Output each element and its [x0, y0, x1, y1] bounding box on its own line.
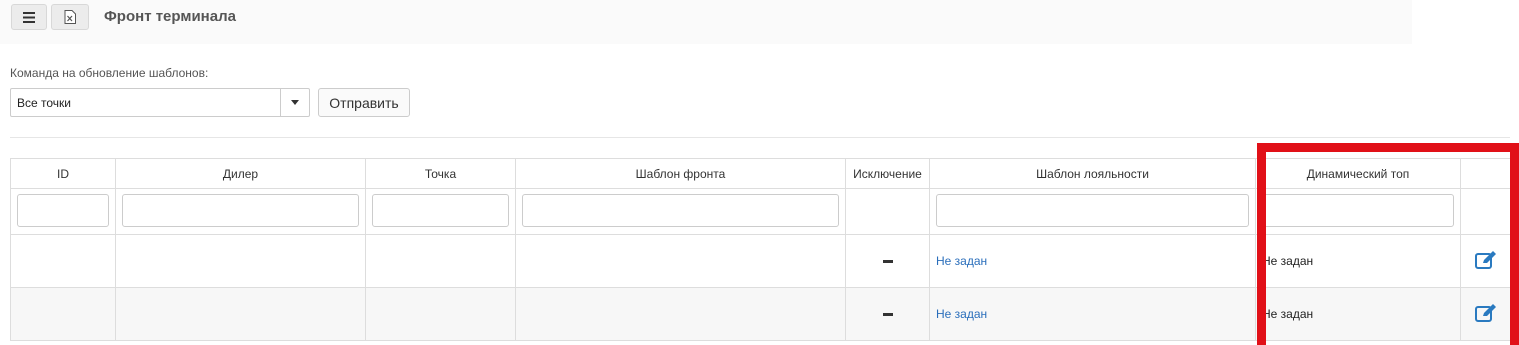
- filter-loyalty-template-input[interactable]: [936, 194, 1249, 227]
- filter-point-input[interactable]: [372, 194, 509, 227]
- filter-dynamic-top-input[interactable]: [1262, 194, 1454, 227]
- cell-id: [10, 287, 116, 341]
- top-toolbar: Фронт терминала: [0, 0, 1412, 44]
- filter-dealer-input[interactable]: [122, 194, 359, 227]
- edit-icon[interactable]: [1474, 250, 1498, 270]
- table-row: Не задан Не задан: [10, 234, 1511, 288]
- column-header-exclusion[interactable]: Исключение: [845, 158, 930, 189]
- cell-actions: [1460, 234, 1511, 288]
- table-header-row: ID Дилер Точка Шаблон фронта Исключение …: [10, 158, 1511, 189]
- filter-row: [10, 188, 1511, 235]
- terminal-front-table: ID Дилер Точка Шаблон фронта Исключение …: [10, 158, 1511, 341]
- column-header-dealer[interactable]: Дилер: [115, 158, 366, 189]
- section-divider: [10, 137, 1510, 138]
- loyalty-template-link[interactable]: Не задан: [930, 254, 987, 268]
- edit-icon[interactable]: [1474, 303, 1498, 323]
- column-header-id[interactable]: ID: [10, 158, 116, 189]
- points-select[interactable]: Все точки: [10, 88, 310, 117]
- filter-front-template-input[interactable]: [522, 194, 839, 227]
- menu-button[interactable]: [11, 4, 47, 30]
- points-select-value: Все точки: [17, 96, 71, 110]
- cell-point: [365, 287, 516, 341]
- cell-exclusion: [845, 287, 930, 341]
- cell-dealer: [115, 234, 366, 288]
- column-header-front-template[interactable]: Шаблон фронта: [515, 158, 846, 189]
- table-row: Не задан Не задан: [10, 287, 1511, 341]
- cell-point: [365, 234, 516, 288]
- loyalty-template-link[interactable]: Не задан: [930, 307, 987, 321]
- column-header-loyalty-template[interactable]: Шаблон лояльности: [929, 158, 1256, 189]
- update-command-label: Команда на обновление шаблонов:: [10, 66, 209, 80]
- cell-front-template: [515, 287, 846, 341]
- chevron-down-icon[interactable]: [280, 89, 309, 116]
- excel-export-icon: [64, 10, 76, 24]
- cell-dynamic-top: Не задан: [1255, 287, 1461, 341]
- column-header-actions: [1460, 158, 1511, 189]
- dynamic-top-value: Не задан: [1262, 307, 1314, 321]
- cell-exclusion: [845, 234, 930, 288]
- cell-dealer: [115, 287, 366, 341]
- cell-front-template: [515, 234, 846, 288]
- send-button[interactable]: Отправить: [318, 88, 410, 117]
- exclusion-dash-icon: [882, 313, 893, 317]
- column-header-point[interactable]: Точка: [365, 158, 516, 189]
- cell-id: [10, 234, 116, 288]
- column-header-dynamic-top[interactable]: Динамический топ: [1255, 158, 1461, 189]
- page-title: Фронт терминала: [104, 8, 236, 25]
- exclusion-dash-icon: [882, 260, 893, 264]
- excel-export-button[interactable]: [51, 4, 89, 30]
- cell-loyalty-template: Не задан: [929, 287, 1256, 341]
- cell-loyalty-template: Не задан: [929, 234, 1256, 288]
- cell-actions: [1460, 287, 1511, 341]
- filter-id-input[interactable]: [17, 194, 109, 227]
- dynamic-top-value: Не задан: [1262, 254, 1314, 268]
- hamburger-icon: [23, 11, 35, 23]
- cell-dynamic-top: Не задан: [1255, 234, 1461, 288]
